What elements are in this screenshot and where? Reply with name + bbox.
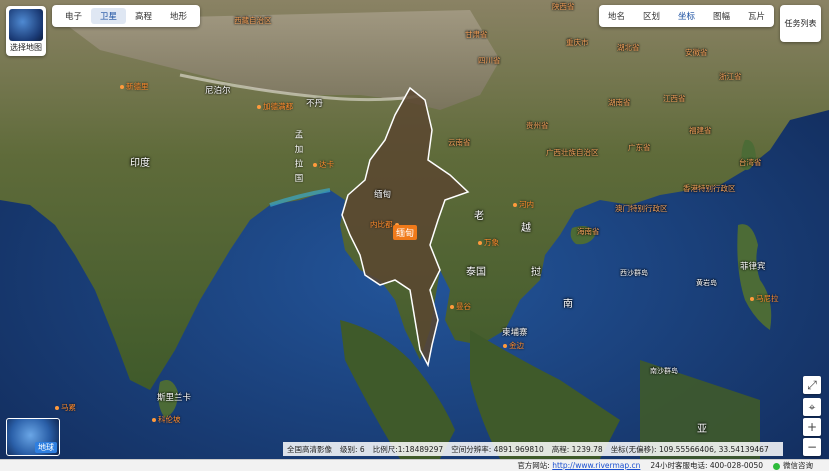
tool-coordinates[interactable]: 坐标 [678, 10, 695, 22]
label-vientiane: 万象 [478, 238, 499, 248]
tool-divisions[interactable]: 区划 [643, 10, 660, 22]
label-hubei: 湖北省 [617, 43, 640, 52]
layer-elevation[interactable]: 高程 [126, 8, 161, 24]
label-chongqing: 重庆市 [566, 38, 589, 47]
basemap-selector-label: 选择地图 [10, 43, 42, 52]
label-fujian: 福建省 [689, 126, 712, 135]
label-philippines: 菲律宾 [740, 262, 766, 272]
label-vietnam: 越 [521, 223, 531, 234]
label-bhutan: 不丹 [306, 99, 324, 109]
status-coordinate: 坐标(无偏移): 109.55566406, 33.54139467 [610, 444, 769, 454]
layer-switcher: 电子 卫星 高程 地形 [52, 5, 201, 27]
label-colombo: 科伦坡 [152, 415, 181, 425]
basemap-selector[interactable]: 选择地图 [6, 6, 46, 56]
label-laos: 老 [474, 211, 484, 222]
label-macao: 澳门特别行政区 [615, 204, 668, 213]
label-bangkok: 曼谷 [450, 302, 471, 312]
zoom-out-button[interactable]: − [803, 438, 821, 456]
globe-label: 地球 [35, 442, 57, 453]
tool-tiles[interactable]: 瓦片 [748, 10, 765, 22]
label-jiangxi: 江西省 [663, 94, 686, 103]
label-nan: 南 [563, 299, 573, 310]
label-guizhou: 贵州省 [526, 121, 549, 130]
label-guangxi: 广西壮族自治区 [546, 148, 599, 157]
tool-sheets[interactable]: 图幅 [713, 10, 730, 22]
label-zhejiang: 浙江省 [719, 72, 742, 81]
label-nansha: 南沙群岛 [650, 367, 678, 375]
label-nepal: 尼泊尔 [205, 86, 231, 96]
fullscreen-icon[interactable]: ⤢ [803, 376, 821, 394]
footer-site: 官方网站: http://www.rivermap.cn [517, 461, 641, 470]
layer-electronic[interactable]: 电子 [56, 8, 91, 24]
label-dhaka: 达卡 [313, 160, 334, 170]
map-canvas[interactable]: 尼泊尔 不丹 孟加拉国 印度 缅甸 老 越 泰国 挝 南 柬埔寨 菲律宾 斯里兰… [0, 0, 829, 459]
label-ya: 亚 [697, 424, 707, 435]
label-sichuan: 四川省 [478, 56, 501, 65]
zoom-in-button[interactable]: + [803, 418, 821, 436]
footer: 官方网站: http://www.rivermap.cn 24小时客服电话: 4… [0, 459, 829, 471]
task-list-button[interactable]: 任务列表 [780, 5, 821, 42]
label-hanoi: 河内 [513, 200, 534, 210]
label-hongkong: 香港特别行政区 [683, 184, 736, 193]
site-link[interactable]: http://www.rivermap.cn [552, 461, 640, 470]
label-newdelhi: 新德里 [120, 82, 149, 92]
label-huangyan: 黄岩岛 [696, 279, 717, 287]
label-shaanxi: 陕西省 [552, 2, 575, 11]
label-india: 印度 [130, 158, 150, 169]
label-kathmandu: 加德满都 [257, 102, 293, 112]
label-male: 马累 [55, 403, 76, 413]
wechat-consult-button[interactable]: 微信咨询 [773, 460, 813, 471]
label-xisha: 西沙群岛 [620, 269, 648, 277]
layer-terrain[interactable]: 地形 [161, 8, 196, 24]
footer-hotline: 24小时客服电话: 400-028-0050 [650, 461, 763, 470]
label-thailand: 泰国 [466, 267, 486, 278]
status-scale: 比例尺:1:18489297 [372, 444, 444, 454]
label-srilanka: 斯里兰卡 [157, 393, 192, 403]
label-vietnam2: 挝 [531, 267, 541, 278]
status-source: 全国高清影像 [287, 444, 332, 454]
label-burma: 缅甸 [374, 190, 392, 200]
label-manila: 马尼拉 [750, 294, 779, 304]
label-yunnan: 云南省 [448, 138, 471, 147]
label-cambodia: 柬埔寨 [502, 328, 528, 338]
status-resolution: 空间分辨率: 4891.969810 [451, 444, 544, 454]
label-hunan: 湖南省 [608, 98, 631, 107]
basemap-thumbnail [9, 9, 43, 41]
globe-view-toggle[interactable]: 地球 [6, 418, 60, 456]
status-level: 级别: 6 [340, 444, 365, 454]
label-gansu: 甘肃省 [465, 30, 488, 39]
status-elevation: 高程: 1239.78 [551, 444, 603, 454]
label-hainan: 海南省 [577, 227, 600, 236]
tool-placenames[interactable]: 地名 [608, 10, 625, 22]
status-bar: 全国高清影像 级别: 6 比例尺:1:18489297 空间分辨率: 4891.… [283, 442, 783, 456]
overlay-toolbar: 地名 区划 坐标 图幅 瓦片 [599, 5, 774, 27]
label-taiwan: 台湾省 [739, 158, 762, 167]
locate-icon[interactable]: ⌖ [803, 398, 821, 416]
label-guangdong: 广东省 [628, 143, 651, 152]
layer-satellite[interactable]: 卫星 [91, 8, 127, 24]
label-bangladesh: 孟加拉国 [293, 130, 303, 188]
label-anhui: 安徽省 [685, 48, 708, 57]
myanmar-tag[interactable]: 缅甸 [393, 225, 418, 240]
label-phnompenh: 金边 [503, 341, 524, 351]
label-xizang: 西藏自治区 [234, 16, 272, 25]
